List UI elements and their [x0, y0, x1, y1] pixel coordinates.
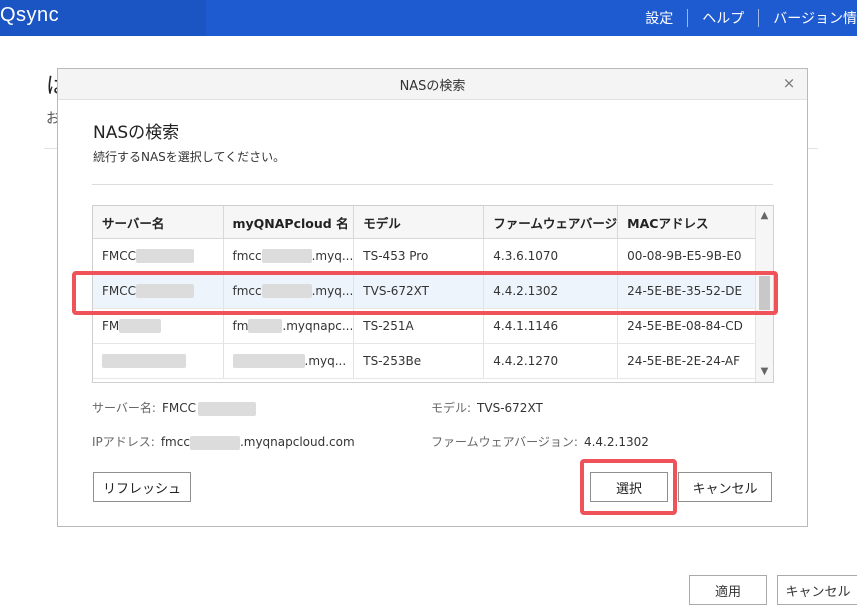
cloud-name-text: fmcc: [232, 283, 262, 298]
dialog-cancel-button[interactable]: キャンセル: [678, 472, 772, 502]
table-scrollbar[interactable]: ▲ ▼: [755, 206, 773, 382]
app-logo: Qsync: [0, 4, 60, 26]
cell-firmware: 4.4.2.1302: [483, 273, 619, 309]
nav-help[interactable]: ヘルプ: [688, 8, 758, 28]
cloud-name-suffix: .myq...: [304, 353, 347, 368]
cell-model: TS-453 Pro: [353, 238, 485, 274]
redacted-block: [261, 249, 312, 264]
nas-table-grid: サーバー名 myQNAPcloud 名 モデル ファームウェアバージ MACアド…: [93, 206, 764, 379]
table-row[interactable]: .myq... TS-253Be 4.4.2.1270 24-5E-BE-2E-…: [93, 343, 764, 379]
cell-firmware: 4.4.2.1270: [483, 343, 619, 379]
detail-server-label: サーバー名:: [92, 401, 156, 415]
dialog-description: 続行するNASを選択してください。: [93, 150, 286, 164]
cloud-name-suffix: .myqnapc...: [282, 318, 354, 333]
cell-mac: 24-5E-BE-2E-24-AF: [617, 343, 764, 379]
top-bar: Qsync 設定 ヘルプ バージョン情: [0, 0, 857, 36]
column-header-firmware[interactable]: ファームウェアバージ: [483, 206, 619, 239]
select-button[interactable]: 選択: [590, 472, 668, 502]
cell-firmware: 4.4.1.1146: [483, 308, 619, 344]
table-header-row: サーバー名 myQNAPcloud 名 モデル ファームウェアバージ MACアド…: [93, 206, 764, 239]
cell-mac: 24-5E-BE-08-84-CD: [617, 308, 764, 344]
dialog-title: NASの検索: [399, 78, 466, 94]
cloud-name-suffix: .myq...: [311, 248, 354, 263]
scrollbar-thumb[interactable]: [759, 276, 770, 310]
redacted-block: [102, 354, 186, 369]
cloud-name-text: fmcc: [232, 248, 262, 263]
nas-table: サーバー名 myQNAPcloud 名 モデル ファームウェアバージ MACアド…: [92, 205, 774, 383]
cell-model: TVS-672XT: [353, 273, 485, 309]
column-header-server-name[interactable]: サーバー名: [93, 206, 224, 239]
cloud-name-text: fm: [232, 318, 249, 333]
dialog-heading: NASの検索: [93, 123, 180, 143]
apply-button[interactable]: 適用: [689, 575, 767, 605]
table-row-selected[interactable]: FMCC fmcc .myq... TVS-672XT 4.4.2.1302 24…: [93, 273, 764, 309]
cloud-name-suffix: .myq...: [311, 283, 354, 298]
scroll-down-icon[interactable]: ▼: [756, 364, 773, 380]
column-header-model[interactable]: モデル: [353, 206, 485, 239]
dialog-divider: [92, 184, 773, 185]
cell-firmware: 4.3.6.1070: [483, 238, 619, 274]
cell-mac: 24-5E-BE-35-52-DE: [617, 273, 764, 309]
detail-server-name: サーバー名: FMCC: [92, 399, 256, 416]
detail-firmware: ファームウェアバージョン: 4.4.2.1302: [431, 433, 649, 450]
detail-firmware-label: ファームウェアバージョン:: [431, 435, 578, 449]
redacted-block: [261, 284, 312, 299]
cell-server-name: [93, 343, 224, 379]
redacted-block: [189, 435, 240, 450]
redacted-block: [119, 319, 162, 334]
cell-server-name: FMCC: [93, 273, 224, 309]
detail-model: モデル: TVS-672XT: [431, 399, 543, 416]
cell-cloud-name: fmcc .myq...: [223, 273, 355, 309]
nav-version-info[interactable]: バージョン情: [759, 8, 857, 28]
nas-search-dialog: NASの検索 × NASの検索 続行するNASを選択してください。 サーバー名 …: [57, 68, 808, 527]
logo-area: Qsync: [0, 0, 206, 36]
scroll-up-icon[interactable]: ▲: [756, 208, 773, 224]
detail-ip-label: IPアドレス:: [92, 435, 155, 449]
dialog-titlebar: NASの検索 ×: [58, 69, 807, 100]
detail-firmware-value: 4.4.2.1302: [583, 435, 649, 449]
cell-server-name: FM: [93, 308, 224, 344]
cell-model: TS-253Be: [353, 343, 485, 379]
redacted-block: [248, 319, 283, 334]
background-cancel-button[interactable]: キャンセル: [777, 575, 857, 605]
column-header-mac[interactable]: MACアドレス: [617, 206, 764, 239]
refresh-button[interactable]: リフレッシュ: [93, 472, 191, 502]
detail-ip-prefix: fmcc: [160, 435, 190, 449]
redacted-block: [136, 249, 195, 264]
redacted-block: [232, 354, 305, 369]
table-row[interactable]: FMCC fmcc .myq... TS-453 Pro 4.3.6.1070 0…: [93, 238, 764, 274]
detail-model-value: TVS-672XT: [477, 401, 543, 415]
detail-server-value: FMCC: [161, 401, 196, 415]
cell-cloud-name: .myq...: [223, 343, 355, 379]
server-name-text: FMCC: [102, 248, 137, 263]
cell-mac: 00-08-9B-E5-9B-E0: [617, 238, 764, 274]
column-header-cloud-name[interactable]: myQNAPcloud 名: [223, 206, 355, 239]
cell-server-name: FMCC: [93, 238, 224, 274]
nav-settings[interactable]: 設定: [631, 8, 687, 28]
table-row[interactable]: FM fm .myqnapc... TS-251A 4.4.1.1146 24-5…: [93, 308, 764, 344]
server-name-text: FMCC: [102, 283, 137, 298]
close-icon[interactable]: ×: [781, 75, 797, 91]
top-nav: 設定 ヘルプ バージョン情: [631, 0, 857, 36]
cell-cloud-name: fm .myqnapc...: [223, 308, 355, 344]
redacted-block: [136, 284, 195, 299]
server-name-text: FM: [102, 318, 120, 333]
detail-ip-suffix: .myqnapcloud.com: [239, 435, 355, 449]
cell-cloud-name: fmcc .myq...: [223, 238, 355, 274]
detail-ip-address: IPアドレス: fmcc .myqnapcloud.com: [92, 433, 355, 450]
cell-model: TS-251A: [353, 308, 485, 344]
detail-model-label: モデル:: [431, 401, 472, 415]
redacted-block: [197, 401, 256, 416]
